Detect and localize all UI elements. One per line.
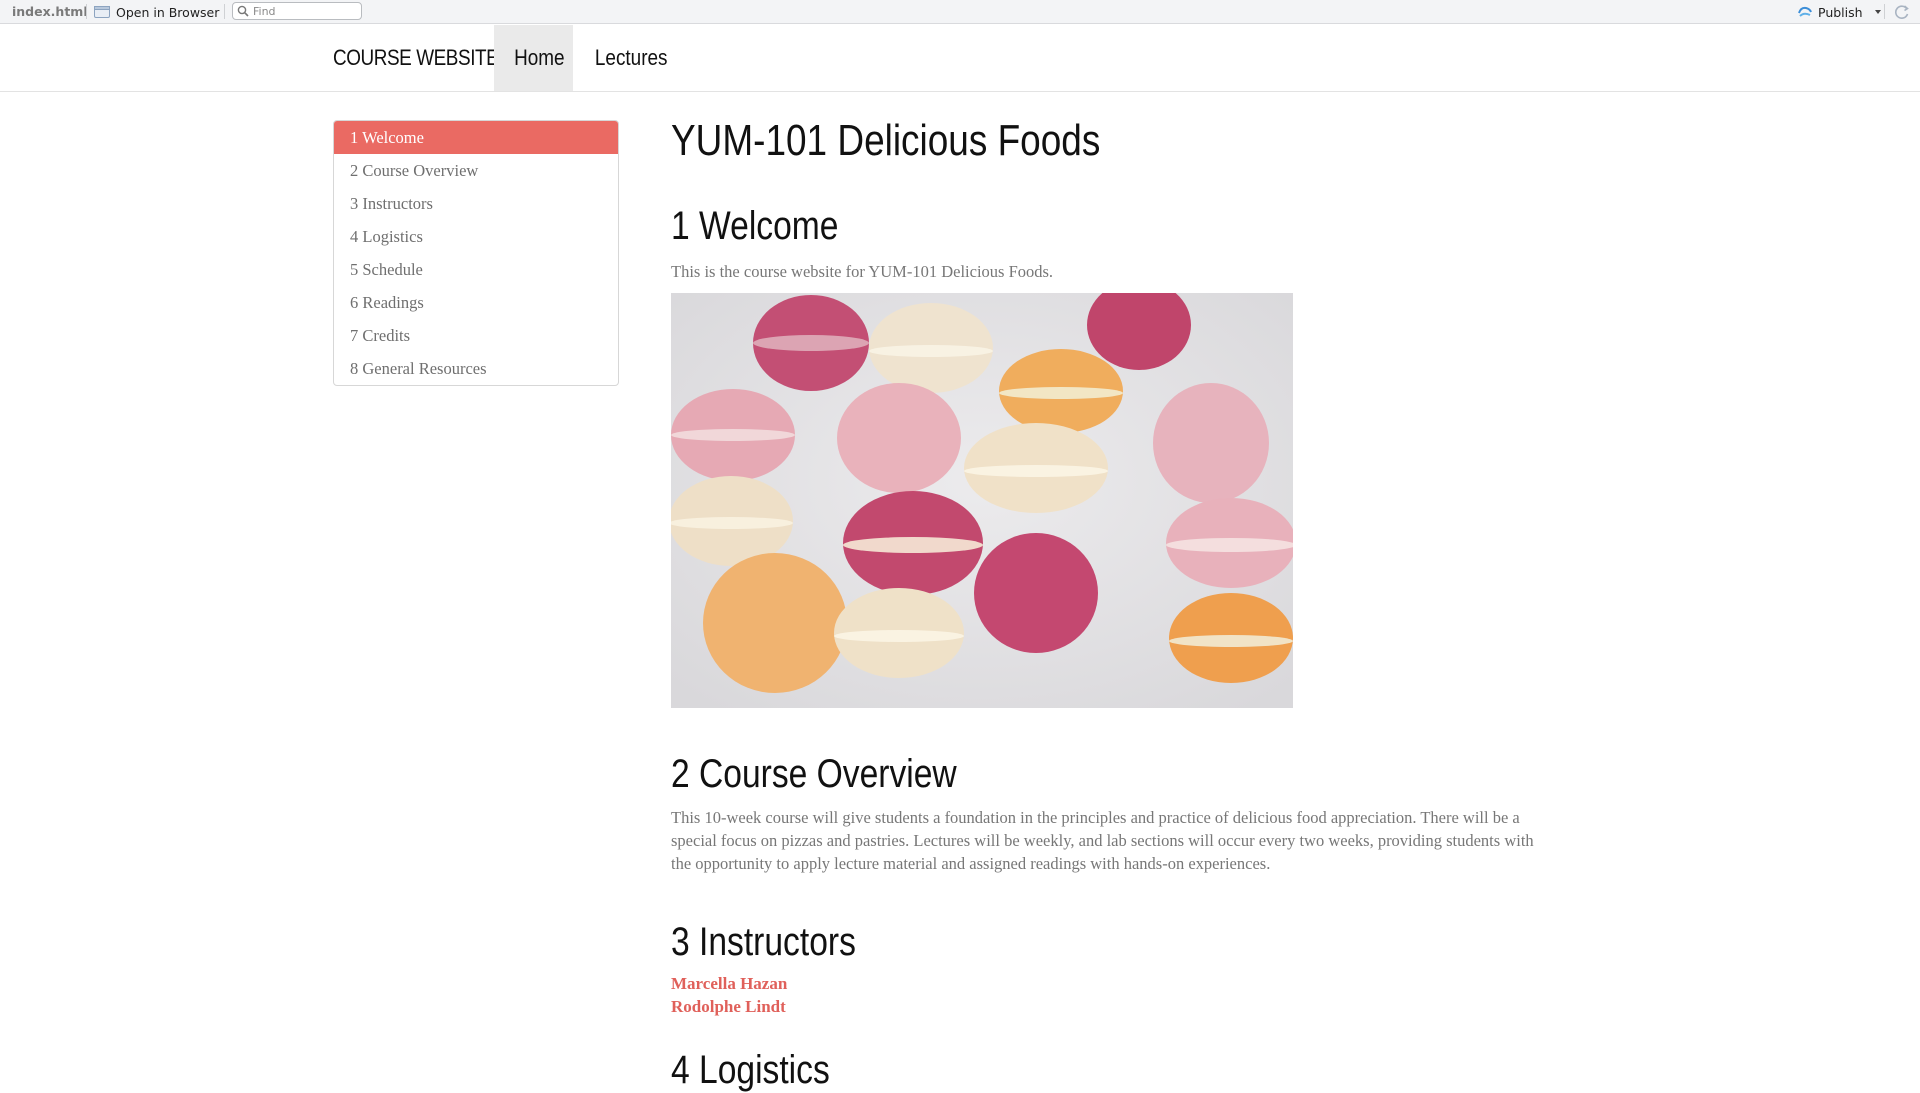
toc-item-welcome[interactable]: 1 Welcome [334, 121, 618, 154]
nav-lectures-label: Lectures [594, 45, 668, 70]
page-title: YUM-101 Delicious Foods [671, 116, 1101, 165]
toc-item-schedule[interactable]: 5 Schedule [334, 253, 618, 286]
viewer-toolbar: index.html Open in Browser Publish [0, 0, 1920, 24]
toolbar-divider [224, 4, 225, 19]
nav-home-label: Home [514, 45, 565, 70]
search-icon [237, 5, 249, 17]
welcome-text: This is the course website for YUM-101 D… [671, 262, 1054, 281]
toc-item-logistics[interactable]: 4 Logistics [334, 220, 618, 253]
refresh-icon[interactable] [1893, 3, 1911, 21]
toc-item-instructors[interactable]: 3 Instructors [334, 187, 618, 220]
macarons-image [671, 293, 1293, 708]
browser-icon [94, 6, 110, 18]
open-in-browser-button[interactable]: Open in Browser [94, 3, 219, 21]
toolbar-divider [1884, 4, 1885, 19]
section-heading-instructors: 3 Instructors [671, 920, 856, 964]
course-overview-text: This 10-week course will give students a… [671, 808, 1534, 873]
instructor-link[interactable]: Rodolphe Lindt [671, 997, 786, 1017]
section-heading-welcome: 1 Welcome [671, 204, 839, 248]
dropdown-arrow-icon[interactable] [1874, 9, 1882, 15]
section-heading-course-overview: 2 Course Overview [671, 752, 957, 796]
site-brand[interactable]: COURSE WEBSITE [333, 45, 499, 71]
toc-item-general-resources[interactable]: 8 General Resources [334, 352, 618, 385]
find-input[interactable] [253, 4, 353, 18]
site-navbar: COURSE WEBSITE Home Lectures [0, 25, 1920, 92]
table-of-contents: 1 Welcome 2 Course Overview 3 Instructor… [333, 120, 619, 386]
toc-item-readings[interactable]: 6 Readings [334, 286, 618, 319]
toc-item-course-overview[interactable]: 2 Course Overview [334, 154, 618, 187]
nav-home[interactable]: Home [494, 25, 573, 91]
open-in-browser-label: Open in Browser [116, 4, 220, 20]
publish-button[interactable]: Publish [1797, 3, 1882, 21]
section-heading-logistics: 4 Logistics [671, 1048, 830, 1092]
publish-label: Publish [1818, 4, 1863, 20]
find-box[interactable] [232, 2, 362, 20]
toolbar-divider [86, 4, 87, 19]
instructor-link[interactable]: Marcella Hazan [671, 974, 787, 994]
nav-lectures[interactable]: Lectures [573, 25, 677, 91]
publish-icon [1798, 6, 1812, 17]
toc-item-credits[interactable]: 7 Credits [334, 319, 618, 352]
viewer-filename: index.html [12, 4, 88, 19]
macarons-photo [671, 293, 1293, 708]
